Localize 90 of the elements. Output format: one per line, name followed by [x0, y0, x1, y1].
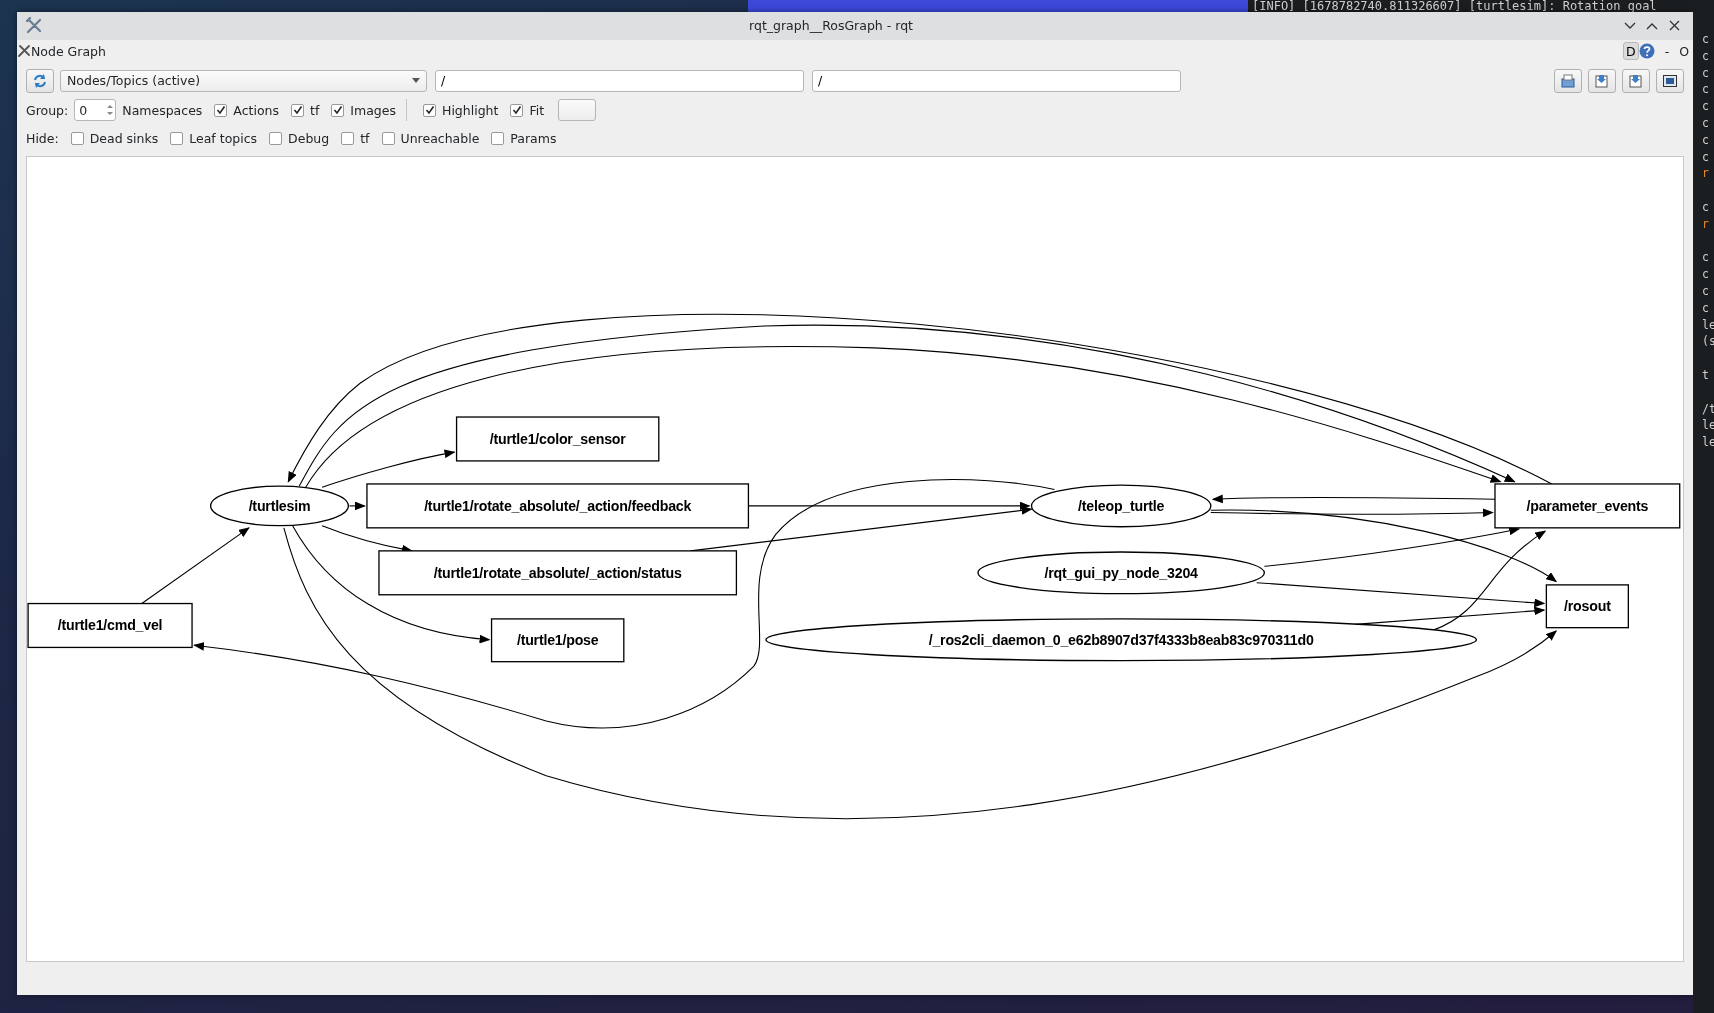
- checkbox[interactable]: [331, 103, 345, 117]
- node-ellipse[interactable]: [977, 551, 1265, 595]
- checkbox[interactable]: [491, 132, 505, 146]
- checkbox[interactable]: [381, 132, 395, 146]
- folder-icon: [1560, 72, 1576, 89]
- filter-field[interactable]: /: [812, 69, 1181, 92]
- topic-box[interactable]: [455, 416, 660, 462]
- close-icon: [1668, 20, 1680, 32]
- node-label: /turtle1/color_sensor: [489, 430, 626, 447]
- checkbox[interactable]: [70, 132, 84, 146]
- checkbox-label: Actions: [233, 102, 279, 118]
- graph-type-dropdown[interactable]: Nodes/Topics (active): [60, 69, 427, 92]
- node-label: /turtle1/pose: [516, 632, 599, 648]
- save-svg-button[interactable]: [1622, 68, 1650, 93]
- checkbox[interactable]: [214, 103, 228, 117]
- terminal-line: (s: [1701, 333, 1714, 351]
- window-title: rqt_graph__RosGraph - rqt: [748, 18, 914, 34]
- download-icon: [1594, 72, 1610, 89]
- float-button[interactable]: O: [1679, 43, 1689, 59]
- node-ellipse[interactable]: [765, 618, 1478, 661]
- topic-box[interactable]: [490, 618, 625, 663]
- terminal-line: c: [1701, 115, 1709, 132]
- caret-icon: [412, 78, 420, 84]
- node-label: /parameter_events: [1526, 497, 1649, 514]
- checkbox[interactable]: [170, 132, 184, 146]
- node-label: /turtle1/cmd_vel: [57, 617, 163, 634]
- download-icon: [1628, 72, 1644, 89]
- checkbox-label: Debug: [288, 131, 330, 147]
- node-ellipse[interactable]: [1030, 484, 1212, 528]
- terminal-line: c: [1701, 47, 1709, 65]
- node-label: /rqt_gui_py_node_3204: [1044, 564, 1198, 581]
- terminal-line: r: [1701, 215, 1709, 233]
- node-label: /_ros2cli_daemon_0_e62b8907d37f4333b8eab83c970311d0: [928, 631, 1314, 648]
- group-spinbox[interactable]: 0: [74, 99, 117, 122]
- namespaces-label: Namespaces: [122, 102, 203, 118]
- terminal-line: c: [1701, 64, 1709, 82]
- terminal-line: c: [1701, 131, 1709, 149]
- checkbox-label: tf: [310, 102, 320, 118]
- chevron-down-icon: [1624, 21, 1636, 30]
- checkbox[interactable]: [269, 132, 283, 146]
- checkbox-label: Unreachable: [400, 131, 480, 147]
- checkbox[interactable]: [510, 103, 524, 117]
- topic-box[interactable]: [378, 550, 738, 596]
- terminal-line: c: [1701, 299, 1709, 317]
- refresh-icon: [32, 72, 48, 89]
- topic-box[interactable]: [1494, 483, 1681, 529]
- save-dot-button[interactable]: [1588, 68, 1616, 93]
- terminal-line: c: [1701, 148, 1709, 166]
- terminal-line: t: [1701, 366, 1709, 384]
- node-label: /turtlesim: [248, 497, 311, 514]
- topic-box[interactable]: [1545, 584, 1629, 629]
- checkbox-label: Params: [510, 131, 557, 147]
- checkbox-label: Fit: [529, 102, 545, 118]
- color-button[interactable]: [558, 99, 597, 122]
- terminal-line: /t: [1701, 400, 1714, 418]
- checkbox-label: Dead sinks: [89, 131, 159, 147]
- terminal-line: c: [1701, 98, 1709, 115]
- refresh-button[interactable]: [26, 68, 54, 93]
- checkbox-label: Images: [350, 102, 396, 118]
- checkbox[interactable]: [291, 103, 304, 117]
- group-label: Group:: [26, 102, 69, 118]
- dock-title: Node Graph: [31, 43, 107, 59]
- terminal-line: c: [1701, 282, 1709, 300]
- filter-field[interactable]: /: [435, 69, 804, 92]
- checkbox-label: Highlight: [442, 102, 499, 118]
- help-icon[interactable]: [1638, 43, 1655, 60]
- image-icon: [1662, 72, 1678, 89]
- node-ellipse[interactable]: [210, 485, 349, 527]
- checkbox[interactable]: [423, 103, 436, 117]
- checkbox-label: tf: [360, 131, 370, 147]
- save-image-button[interactable]: [1656, 68, 1684, 93]
- checkbox-label: Leaf topics: [189, 131, 258, 147]
- terminal-line: c: [1701, 31, 1709, 48]
- topic-box[interactable]: [27, 602, 193, 648]
- terminal-line: c: [1701, 81, 1709, 99]
- terminal-line: r: [1701, 165, 1709, 183]
- terminal-line: c: [1701, 266, 1709, 283]
- load-dot-button[interactable]: [1554, 68, 1582, 93]
- topic-box[interactable]: [366, 483, 750, 529]
- terminal-line: c: [1701, 198, 1709, 216]
- terminal-line: c: [1701, 249, 1709, 267]
- node-label: /rosout: [1564, 597, 1611, 614]
- hide-label: Hide:: [26, 131, 59, 147]
- undock-button[interactable]: -: [1664, 43, 1670, 59]
- node-label: /teleop_turtle: [1078, 497, 1165, 514]
- node-label: /turtle1/rotate_absolute/_action/status: [433, 564, 682, 581]
- chevron-up-icon: [1646, 21, 1658, 30]
- d-button[interactable]: D: [1623, 42, 1639, 61]
- checkbox[interactable]: [341, 132, 355, 146]
- node-label: /turtle1/rotate_absolute/_action/feedback: [424, 497, 692, 514]
